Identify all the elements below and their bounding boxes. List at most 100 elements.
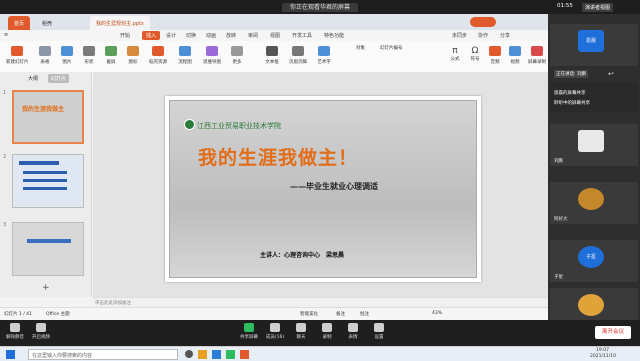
meeting-banner: 你正在观看华君的屏幕 [0,2,640,12]
wordart-button[interactable]: 艺术字 [314,46,334,65]
slide-presenter: 主讲人：心理咨询中心 梁思晨 [260,252,345,259]
smart-beautify-button[interactable]: 智能美化 [300,311,318,317]
wordart-label: 艺术字 [317,60,331,65]
sync-status[interactable]: 未同步 [452,32,467,39]
notes-pane[interactable]: 单击此处添加备注 [93,297,548,307]
emoji-button[interactable]: 表情 [340,323,366,340]
mindmap-icon [206,46,218,56]
chat-icon [296,323,306,332]
task-view-icon[interactable] [185,350,193,358]
flowchart-label: 流程图 [178,60,192,65]
participant-tile[interactable] [550,288,638,322]
ribbon-tab-start[interactable]: 开始 [120,32,130,39]
zoom-level[interactable]: 43% [432,311,442,316]
participant-tile[interactable]: 恩晨的屏幕共享 聆听中的屏幕共享 [550,82,638,112]
screenshot-button[interactable]: 截屏 [102,46,120,65]
tab-slides[interactable]: 幻灯片 [48,74,70,83]
more-icon [231,46,243,56]
participant-tile[interactable]: 刘鹏 [550,124,638,166]
share-screen-label: 共享屏幕 [240,335,258,340]
ribbon-tab-design[interactable]: 设计 [166,32,176,39]
menu-icon[interactable]: ≡ [4,32,8,38]
symbol-button[interactable]: Ω 符号 [466,46,484,62]
header-footer-button[interactable]: 页眉页脚 [286,46,310,65]
textbox-button[interactable]: 文本框 [262,46,282,65]
taskbar-search-input[interactable]: 在这里输入你要搜索的内容 [28,349,178,360]
slide-number-button[interactable]: 幻灯片编号 [380,45,414,51]
video-label: 视频 [510,60,520,65]
tab-outline[interactable]: 大纲 [28,75,38,82]
tab-home[interactable]: 首页 [8,16,31,30]
notes-button[interactable]: 备注 [336,311,345,317]
video-button[interactable]: 视频 [506,46,524,65]
more-button[interactable]: 更多 [228,46,246,65]
speaking-indicator: 正在讲话: 刘鹏 [554,70,588,78]
file-explorer-icon[interactable] [198,350,207,359]
unmute-button[interactable]: 解除静音 [2,323,28,340]
object-button[interactable]: 对象 [356,45,380,51]
slide-thumbnail-2[interactable] [12,154,84,208]
speaker-view-button[interactable]: 演讲者视图 [582,3,614,12]
thumb-2-line [23,179,67,182]
browser-icon[interactable] [212,350,221,359]
taskbar-time: 19:07 [596,348,609,353]
icon-button[interactable]: 图标 [124,46,142,65]
participant-tile[interactable]: 子星 子星 [550,240,638,282]
more-label: 更多 [232,60,242,65]
account-badge[interactable] [470,17,496,27]
ribbon-tab-view[interactable]: 视图 [270,32,280,39]
meeting-time: 01:55 [557,3,573,9]
shape-button[interactable]: 形状 [80,46,98,65]
ribbon-tab-features[interactable]: 特色功能 [324,32,344,39]
new-slide-button[interactable]: 新建幻灯片 [6,46,29,65]
chat-button[interactable]: 聊天 [288,323,314,340]
slide-number-1: 1 [3,90,7,96]
windows-taskbar: 在这里输入你要搜索的内容 19:07 2021/11/10 [0,346,640,361]
members-label: 成员(16) [265,335,285,340]
ribbon-tab-insert[interactable]: 插入 [142,31,161,40]
table-button[interactable]: 表格 [36,46,54,65]
ribbon-tab-slideshow[interactable]: 放映 [226,32,236,39]
mindmap-button[interactable]: 思维导图 [200,46,224,65]
slide-number-label: 幻灯片编号 [380,46,403,51]
formula-button[interactable]: π 公式 [446,46,464,62]
docer-resources-button[interactable]: 稻壳资源 [146,46,170,65]
slide-thumbnail-3[interactable] [12,222,84,276]
participant-tile[interactable]: 阿好大 [550,182,638,224]
leave-meeting-button[interactable]: 离开会议 [595,326,631,339]
record-button[interactable]: 录制 [314,323,340,340]
ribbon-tab-review[interactable]: 审阅 [248,32,258,39]
annotation-button[interactable]: 批注 [360,311,369,317]
wps-app-icon[interactable] [240,350,249,359]
audio-button[interactable]: 音频 [486,46,504,65]
settings-button[interactable]: 设置 [366,323,392,340]
video-toggle-button[interactable]: 开启视频 [28,323,54,340]
share-button[interactable]: 分享 [500,32,510,39]
ribbon-tab-animation[interactable]: 动画 [206,32,216,39]
icon-label: 图标 [128,60,138,65]
meeting-controls: 解除静音 开启视频 共享屏幕 成员(16) 聊天 录制 表情 设置 离开会议 [0,320,640,346]
windows-start-icon[interactable] [6,350,15,359]
current-slide[interactable]: 江西工业贸易职业技术学院 我的生涯我做主！ ——毕业生就业心理调适 主讲人：心理… [165,96,481,282]
members-button[interactable]: 成员(16) [262,323,288,340]
theme-name: Office 主题 [46,312,70,317]
slide-subtitle: ——毕业生就业心理调适 [290,182,378,191]
flowchart-button[interactable]: 流程图 [174,46,196,65]
tab-docer[interactable]: 稻壳 [36,16,58,30]
share-screen-button[interactable]: 共享屏幕 [236,323,262,340]
screenshot-icon [105,46,117,56]
collab-button[interactable]: 协作 [478,32,488,39]
tab-document[interactable]: 我的生涯规划主.pptx [90,16,150,30]
meeting-app-icon[interactable] [226,350,235,359]
expand-icon[interactable]: ↩ [608,70,614,78]
meeting-banner-text: 你正在观看华君的屏幕 [281,3,358,12]
add-slide-icon[interactable]: + [42,283,50,293]
participant-tile[interactable]: 恩晨 [550,24,638,66]
picture-button[interactable]: 图片 [58,46,76,65]
screen-record-label: 屏幕录制 [528,60,546,65]
slide-thumbnail-1[interactable]: 我的生涯我做主 [12,90,84,144]
screen-record-button[interactable]: 屏幕录制 [526,46,548,65]
ribbon-tab-transition[interactable]: 切换 [186,32,196,39]
table-label: 表格 [40,60,50,65]
ribbon-tab-developer[interactable]: 开发工具 [292,32,312,39]
